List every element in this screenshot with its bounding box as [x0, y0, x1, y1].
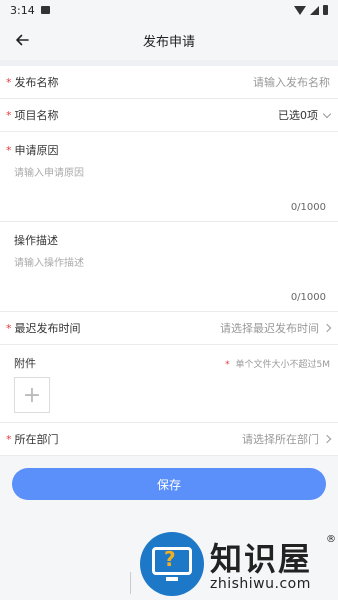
apply-reason-label: * 申请原因 [6, 142, 330, 158]
question-icon: ? [164, 547, 176, 571]
back-button[interactable] [8, 26, 36, 54]
page-title: 发布申请 [142, 34, 195, 50]
publish-name-label: * 发布名称 [6, 74, 59, 90]
registered-mark: ® [326, 534, 336, 545]
operation-desc-label: 操作描述 [14, 234, 58, 247]
latest-time-placeholder: 请选择最迟发布时间 [220, 322, 319, 335]
bottom-area: 保存 ? 知识屋 ® zhishiwu.com [0, 456, 338, 600]
project-name-select[interactable]: 已选0项 [278, 107, 332, 123]
apply-reason-counter: 0/1000 [290, 202, 326, 213]
department-label-text: 所在部门 [14, 433, 59, 446]
apply-reason-field[interactable]: * 申请原因 请输入申请原因 0/1000 [0, 132, 338, 222]
project-name-label: * 项目名称 [6, 107, 59, 123]
status-left: 3:14 [10, 4, 50, 17]
project-name-label-text: 项目名称 [14, 109, 59, 122]
status-right [294, 5, 328, 15]
required-mark: * [6, 321, 12, 335]
battery-icon [323, 5, 328, 15]
chevron-down-icon [322, 109, 332, 118]
attachment-label: 附件 [14, 357, 36, 370]
apply-reason-label-text: 申请原因 [14, 144, 59, 157]
department-picker[interactable]: 请选择所在部门 [242, 431, 332, 447]
monitor-stand [166, 577, 178, 581]
latest-time-picker[interactable]: 请选择最迟发布时间 [220, 320, 332, 336]
attachment-hint: * 单个文件大小不超过5M [225, 357, 330, 370]
add-attachment-button[interactable]: + [14, 377, 50, 413]
latest-time-row[interactable]: * 最迟发布时间 请选择最迟发布时间 [0, 312, 338, 345]
publish-name-label-text: 发布名称 [14, 76, 59, 89]
plus-icon: + [22, 382, 42, 408]
department-row[interactable]: * 所在部门 请选择所在部门 [0, 423, 338, 456]
watermark-url: zhishiwu.com [210, 576, 311, 592]
watermark-divider [130, 572, 131, 594]
attachment-header: 附件 * 单个文件大小不超过5M [14, 355, 330, 371]
required-mark: * [6, 75, 12, 89]
required-mark: * [6, 432, 12, 446]
signal-icon [310, 5, 319, 15]
operation-desc-field[interactable]: 操作描述 请输入操作描述 0/1000 [0, 222, 338, 312]
project-name-value: 已选0项 [278, 109, 318, 122]
operation-desc-counter: 0/1000 [290, 292, 326, 303]
publish-name-row[interactable]: * 发布名称 请输入发布名称 [0, 66, 338, 99]
watermark-brand: 知识屋 [210, 540, 313, 578]
image-notification-icon [40, 6, 50, 14]
arrow-left-icon [16, 34, 29, 46]
project-name-row[interactable]: * 项目名称 已选0项 [0, 99, 338, 132]
attachment-field: 附件 * 单个文件大小不超过5M + [0, 345, 338, 423]
latest-time-label: * 最迟发布时间 [6, 320, 81, 336]
latest-time-label-text: 最迟发布时间 [14, 322, 81, 335]
department-placeholder: 请选择所在部门 [242, 433, 319, 446]
save-button[interactable]: 保存 [12, 468, 326, 500]
required-mark: * [6, 143, 12, 157]
publish-name-placeholder: 请输入发布名称 [253, 76, 330, 89]
required-mark: * [225, 359, 230, 370]
operation-desc-textarea[interactable]: 请输入操作描述 [6, 254, 330, 269]
publish-name-input[interactable]: 请输入发布名称 [253, 74, 330, 90]
chevron-right-icon [322, 434, 332, 444]
app-header: 发布申请 [0, 20, 338, 60]
status-time: 3:14 [10, 3, 35, 17]
apply-form: * 发布名称 请输入发布名称 * 项目名称 已选0项 * 申请原因 请输入申请原… [0, 66, 338, 456]
attachment-hint-text: 单个文件大小不超过5M [235, 359, 331, 370]
department-label: * 所在部门 [6, 431, 59, 447]
required-mark: * [6, 108, 12, 122]
chevron-right-icon [322, 323, 332, 333]
watermark-logo: ? 知识屋 ® zhishiwu.com [130, 532, 338, 600]
status-bar: 3:14 [0, 0, 338, 20]
apply-reason-textarea[interactable]: 请输入申请原因 [6, 164, 330, 179]
wifi-icon [294, 5, 306, 15]
